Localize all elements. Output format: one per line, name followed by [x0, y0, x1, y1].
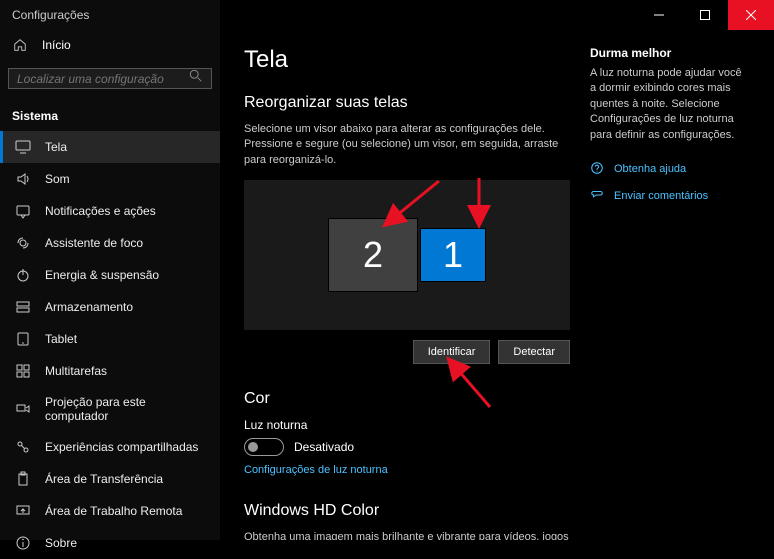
sidebar-item-tablet[interactable]: Tablet — [0, 323, 220, 355]
display-arrangement[interactable]: 2 1 — [244, 180, 570, 330]
hdcolor-heading: Windows HD Color — [244, 502, 570, 520]
sidebar-item-label: Energia & suspensão — [45, 268, 159, 282]
sidebar-item-shared[interactable]: Experiências compartilhadas — [0, 431, 220, 463]
identify-button[interactable]: Identificar — [413, 340, 491, 364]
sidebar-item-clipboard[interactable]: Área de Transferência — [0, 463, 220, 495]
sidebar-item-notify[interactable]: Notificações e ações — [0, 195, 220, 227]
sidebar-item-label: Som — [45, 172, 70, 186]
sidebar-nav: Tela Som Notificações e ações Assistente de… — [0, 131, 220, 559]
focus-icon — [15, 235, 31, 251]
sidebar-item-power[interactable]: Energia & suspensão — [0, 259, 220, 291]
sidebar-item-label: Projeção para este computador — [45, 395, 208, 423]
multitask-icon — [15, 363, 31, 379]
sidebar-home-label: Início — [42, 38, 71, 52]
page-title: Tela — [244, 46, 570, 74]
display-button-row: Identificar Detectar — [244, 340, 570, 364]
sidebar-home[interactable]: Início — [0, 30, 220, 60]
right-panel: Durma melhor A luz noturna pode ajudar v… — [590, 46, 750, 540]
display-icon — [15, 139, 31, 155]
sound-icon — [15, 171, 31, 187]
sidebar-item-label: Sobre — [45, 536, 77, 550]
sidebar-item-remote[interactable]: Área de Trabalho Remota — [0, 495, 220, 527]
search-input[interactable] — [17, 72, 189, 86]
remote-icon — [15, 503, 31, 519]
detect-button[interactable]: Detectar — [498, 340, 570, 364]
aside-desc: A luz noturna pode ajudar você a dormir … — [590, 66, 750, 143]
color-heading: Cor — [244, 390, 570, 408]
feedback-icon — [590, 188, 604, 205]
tablet-icon — [15, 331, 31, 347]
sidebar-item-focus[interactable]: Assistente de foco — [0, 227, 220, 259]
window-controls — [636, 0, 774, 30]
sidebar-item-label: Área de Trabalho Remota — [45, 504, 182, 518]
sidebar-item-display[interactable]: Tela — [0, 131, 220, 163]
sidebar-item-label: Tablet — [45, 332, 77, 346]
sidebar-section-label: Sistema — [0, 101, 220, 131]
sidebar: Início Sistema Tela Som Notificações e açõ… — [0, 0, 220, 540]
notify-icon — [15, 203, 31, 219]
sidebar-item-label: Tela — [45, 140, 67, 154]
sidebar-item-about[interactable]: Sobre — [0, 527, 220, 559]
power-icon — [15, 267, 31, 283]
sidebar-item-multitask[interactable]: Multitarefas — [0, 355, 220, 387]
reorganize-heading: Reorganizar suas telas — [244, 94, 570, 112]
sidebar-item-label: Experiências compartilhadas — [45, 440, 198, 454]
help-icon — [590, 161, 604, 178]
minimize-button[interactable] — [636, 0, 682, 30]
monitor-2[interactable]: 2 — [328, 218, 418, 292]
monitor-1[interactable]: 1 — [420, 228, 486, 282]
night-light-settings-link[interactable]: Configurações de luz noturna — [244, 464, 570, 476]
night-light-label: Luz noturna — [244, 418, 570, 432]
night-light-toggle[interactable] — [244, 438, 284, 456]
sidebar-item-sound[interactable]: Som — [0, 163, 220, 195]
hdcolor-desc: Obtenha uma imagem mais brilhante e vibr… — [244, 530, 570, 540]
search-box[interactable] — [8, 68, 212, 89]
storage-icon — [15, 299, 31, 315]
project-icon — [15, 401, 31, 417]
sidebar-item-project[interactable]: Projeção para este computador — [0, 387, 220, 431]
reorganize-desc: Selecione um visor abaixo para alterar a… — [244, 122, 570, 168]
sidebar-item-label: Assistente de foco — [45, 236, 143, 250]
sidebar-item-storage[interactable]: Armazenamento — [0, 291, 220, 323]
sidebar-item-label: Armazenamento — [45, 300, 133, 314]
maximize-button[interactable] — [682, 0, 728, 30]
get-help-link[interactable]: Obtenha ajuda — [590, 161, 750, 178]
about-icon — [15, 535, 31, 551]
aside-heading: Durma melhor — [590, 46, 750, 60]
shared-icon — [15, 439, 31, 455]
home-icon — [12, 38, 28, 52]
night-light-state: Desativado — [294, 440, 354, 454]
titlebar: Configurações — [0, 0, 774, 30]
search-icon — [189, 69, 203, 88]
sidebar-item-label: Multitarefas — [45, 364, 107, 378]
feedback-link[interactable]: Enviar comentários — [590, 188, 750, 205]
window-title: Configurações — [0, 8, 89, 22]
close-button[interactable] — [728, 0, 774, 30]
annotation-arrow — [464, 176, 494, 226]
sidebar-item-label: Notificações e ações — [45, 204, 156, 218]
main-content: Tela Reorganizar suas telas Selecione um… — [220, 0, 774, 540]
clipboard-icon — [15, 471, 31, 487]
sidebar-item-label: Área de Transferência — [45, 472, 163, 486]
